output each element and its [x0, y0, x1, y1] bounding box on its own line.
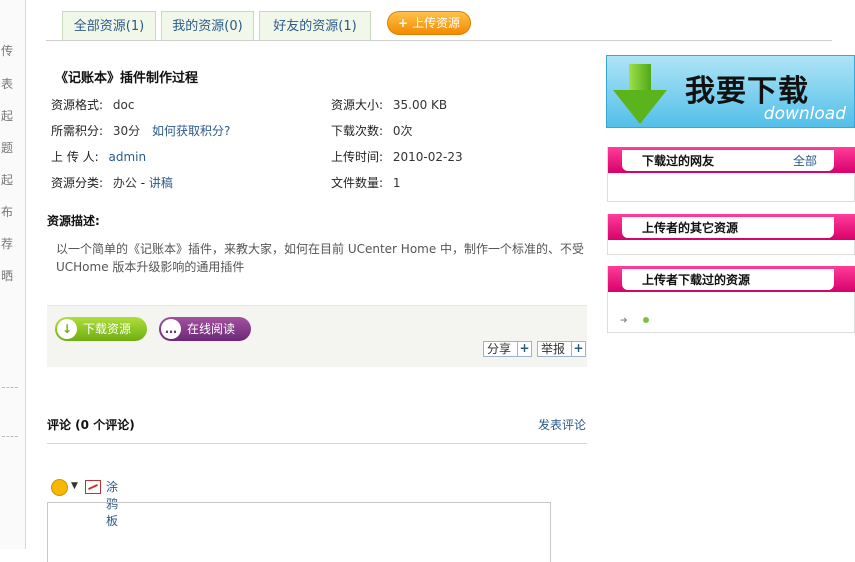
- uploader-other-resources-panel: 上传者的其它资源: [607, 214, 855, 255]
- format-value: doc: [112, 98, 135, 112]
- upload-resource-button[interactable]: + 上传资源: [387, 11, 471, 35]
- tabs-divider: [46, 40, 832, 41]
- share-label: 分享: [487, 342, 512, 356]
- download-banner-button[interactable]: 我要下载 download: [606, 55, 855, 128]
- post-comment-link[interactable]: 发表评论: [538, 416, 586, 433]
- divider: [2, 387, 18, 388]
- category-separator: -: [136, 176, 149, 190]
- plus-icon: +: [517, 342, 531, 356]
- read-online-label: 在线阅读: [187, 322, 236, 336]
- tab-friends-resources[interactable]: 好友的资源(1): [259, 11, 371, 41]
- dot-icon: [643, 317, 649, 323]
- upload-time-row: 上传时间: 2010-02-23: [331, 148, 463, 165]
- size-value: 35.00 KB: [392, 98, 448, 112]
- format-row: 资源格式: doc: [51, 96, 134, 113]
- category-row: 资源分类: 办公 - 讲稿: [51, 174, 173, 191]
- downloads-label: 下载次数:: [331, 124, 384, 138]
- uploader-row: 上 传 人: admin: [51, 148, 146, 165]
- sidebar-char[interactable]: 表: [0, 75, 14, 92]
- download-arrow-icon: [629, 64, 651, 92]
- points-value: 30分: [112, 124, 141, 138]
- uploader-downloaded-panel: 上传者下载过的资源 ➜: [607, 266, 855, 333]
- file-count-row: 文件数量: 1: [331, 174, 401, 191]
- uploader-other-title: 上传者的其它资源: [642, 221, 739, 235]
- read-online-button[interactable]: … 在线阅读: [159, 317, 251, 341]
- downloads-value: 0次: [392, 124, 413, 138]
- download-arrow-icon: ↓: [57, 319, 77, 339]
- downloaders-title: 下载过的网友: [642, 154, 715, 168]
- report-button[interactable]: 举报 +: [537, 341, 586, 357]
- arrow-right-icon: ➜: [620, 316, 628, 326]
- category-label: 资源分类:: [51, 176, 104, 190]
- download-resource-button[interactable]: ↓ 下载资源: [55, 317, 147, 341]
- upload-time-label: 上传时间:: [331, 150, 384, 164]
- divider: [2, 436, 18, 437]
- sidebar-char[interactable]: 荐: [0, 235, 14, 252]
- graffiti-board-icon[interactable]: [85, 480, 101, 494]
- size-label: 资源大小:: [331, 98, 384, 112]
- uploader-downloaded-title: 上传者下载过的资源: [642, 273, 751, 287]
- points-label: 所需积分:: [51, 124, 104, 138]
- points-row: 所需积分: 30分 如何获取积分?: [51, 122, 230, 139]
- file-count-label: 文件数量:: [331, 176, 384, 190]
- comment-textarea[interactable]: [47, 502, 551, 562]
- uploader-link[interactable]: admin: [109, 150, 147, 164]
- sidebar-char[interactable]: 布: [0, 203, 14, 220]
- downloaders-all-link[interactable]: 全部: [793, 152, 817, 169]
- speech-bubble-icon: …: [161, 319, 181, 339]
- format-label: 资源格式:: [51, 98, 104, 112]
- file-count-value: 1: [392, 176, 401, 190]
- downloads-row: 下载次数: 0次: [331, 122, 413, 139]
- download-arrow-head: [613, 90, 667, 124]
- sidebar-char[interactable]: 传: [0, 42, 14, 59]
- page-title: 《记账本》插件制作过程: [55, 71, 199, 86]
- sidebar-char[interactable]: 题: [0, 139, 14, 156]
- description-heading: 资源描述:: [47, 214, 100, 228]
- sidebar-char[interactable]: 起: [0, 171, 14, 188]
- how-to-get-points-link[interactable]: 如何获取积分?: [152, 124, 230, 138]
- description-text: 以一个简单的《记账本》插件，来教大家，如何在目前 UCenter Home 中，…: [56, 242, 585, 274]
- sidebar-char[interactable]: 起: [0, 107, 14, 124]
- category-value: 办公: [112, 176, 137, 190]
- size-row: 资源大小: 35.00 KB: [331, 96, 447, 113]
- tab-my-resources[interactable]: 我的资源(0): [161, 11, 254, 41]
- action-panel: ↓ 下载资源 … 在线阅读 分享 + 举报 +: [47, 305, 587, 367]
- uploader-label: 上 传 人:: [51, 150, 99, 164]
- tab-all-resources[interactable]: 全部资源(1): [62, 11, 156, 41]
- comments-heading: 评论 (0 个评论): [47, 418, 135, 432]
- report-label: 举报: [541, 342, 566, 356]
- downloaders-panel: 下载过的网友 全部: [607, 147, 855, 202]
- share-button[interactable]: 分享 +: [483, 341, 532, 357]
- subcategory-link[interactable]: 讲稿: [149, 176, 173, 190]
- left-sidebar-sliver: 传 表 起 题 起 布 荐 晒: [0, 0, 26, 549]
- plus-icon: +: [571, 342, 585, 356]
- chevron-down-icon[interactable]: ▼: [71, 481, 78, 491]
- plus-icon: +: [398, 16, 409, 30]
- sidebar-char[interactable]: 晒: [0, 267, 14, 284]
- download-resource-label: 下载资源: [83, 322, 132, 336]
- upload-resource-label: 上传资源: [411, 16, 460, 30]
- upload-time-value: 2010-02-23: [392, 150, 463, 164]
- comments-divider: [47, 443, 587, 444]
- download-banner-subtext: download: [763, 104, 846, 124]
- smiley-icon[interactable]: [51, 479, 68, 496]
